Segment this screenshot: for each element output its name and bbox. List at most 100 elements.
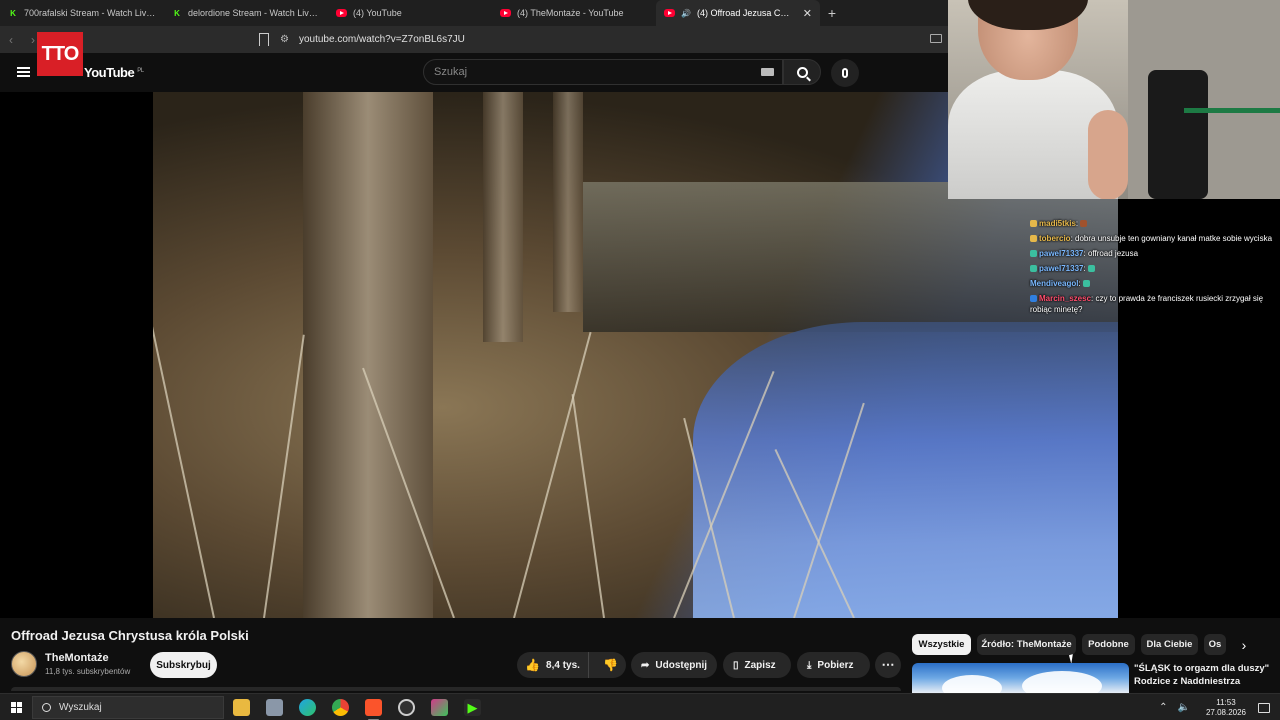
chat-badge-icon	[1030, 250, 1037, 257]
browser-tab-3[interactable]: (4) YouTube	[328, 0, 492, 26]
tab-label: delordione Stream - Watch Live on K	[188, 8, 320, 18]
clock-time: 11:53	[1216, 697, 1236, 707]
chat-message: tobercio: dobra unsubje ten gowniany kan…	[1030, 233, 1278, 244]
youtube-icon	[664, 9, 675, 17]
clock-date: 27.08.2026	[1205, 707, 1246, 717]
clock[interactable]: 11:53 27.08.2026	[1206, 698, 1246, 718]
like-button[interactable]: 👍 8,4 tys.	[517, 652, 589, 678]
chip-all[interactable]: Wszystkie	[912, 634, 971, 655]
url-field[interactable]: ⚙ youtube.com/watch?v=Z7onBL6s7JU	[280, 29, 920, 50]
browser-tab-1[interactable]: K 700rafalski Stream - Watch Live on K	[0, 0, 164, 26]
grass-blade	[153, 298, 215, 618]
emote-icon	[1087, 265, 1095, 272]
search-input[interactable]	[424, 60, 782, 84]
chat-text: offroad jezusa	[1087, 249, 1139, 258]
search-icon	[42, 703, 51, 712]
browser-tab-2[interactable]: K delordione Stream - Watch Live on K	[164, 0, 328, 26]
address-bar: ‹ › ⚙ youtube.com/watch?v=Z7onBL6s7JU	[0, 26, 948, 53]
thumbs-down-icon: 👎	[603, 658, 618, 672]
new-tab-button[interactable]: +	[820, 0, 844, 26]
region-code: PL	[137, 67, 144, 74]
share-button[interactable]: ➦ Udostępnij	[631, 652, 717, 678]
channel-name[interactable]: TheMontaże	[45, 652, 109, 664]
subscriber-count: 11,8 tys. subskrybentów	[45, 667, 131, 676]
site-settings-icon[interactable]: ⚙	[280, 34, 289, 45]
search-button[interactable]	[783, 59, 821, 85]
channel-avatar[interactable]	[11, 651, 37, 677]
app-icon[interactable]	[431, 699, 448, 716]
tree-trunk	[303, 92, 433, 618]
tab-label: (4) YouTube	[353, 8, 402, 18]
kick-icon: K	[10, 8, 16, 18]
chat-overlay: madi5tkis: tobercio: dobra unsubje ten g…	[1030, 218, 1278, 319]
tab-label: 700rafalski Stream - Watch Live on K	[24, 8, 156, 18]
download-icon: ⤓	[807, 659, 812, 671]
search-box	[423, 59, 783, 85]
dislike-button[interactable]: 👎	[595, 652, 626, 678]
recommended-thumbnail[interactable]	[912, 663, 1129, 693]
system-tray: ⌃ 🔈 11:53 27.08.2026	[1159, 694, 1280, 720]
chat-username: pawel71337	[1039, 249, 1084, 258]
volume-icon[interactable]: 🔈	[1178, 702, 1190, 713]
taskbar-search[interactable]: Wyszukaj	[32, 696, 224, 719]
chip-more[interactable]: Os	[1204, 634, 1226, 655]
emote-icon	[1082, 280, 1090, 287]
terminal-icon[interactable]	[266, 699, 283, 716]
brave-browser-icon[interactable]	[365, 699, 382, 720]
bookmark-icon[interactable]	[259, 33, 269, 46]
obs-icon[interactable]	[398, 699, 415, 716]
like-count: 8,4 tys.	[546, 659, 580, 671]
video-title: Offroad Jezusa Chrystusa króla Polski	[11, 628, 249, 643]
youtube-logo-text: YouTube	[84, 65, 135, 80]
webcam-overlay	[948, 0, 1280, 199]
menu-icon[interactable]	[17, 67, 30, 77]
chat-badge-icon	[1030, 235, 1037, 242]
back-arrow-icon[interactable]: ‹	[0, 33, 22, 47]
more-actions-icon[interactable]: ⋯	[875, 652, 901, 678]
youtube-logo[interactable]: YouTube PL	[84, 65, 144, 80]
voice-search-button[interactable]	[831, 59, 859, 87]
save-button[interactable]: ▯ Zapisz	[723, 652, 791, 678]
file-explorer-icon[interactable]	[233, 699, 250, 716]
url-text[interactable]: youtube.com/watch?v=Z7onBL6s7JU	[299, 34, 465, 45]
tab-label: (4) TheMontaże - YouTube	[517, 8, 624, 18]
chrome-browser-icon[interactable]	[332, 699, 349, 716]
save-label: Zapisz	[744, 659, 776, 671]
kick-app-icon[interactable]: ▶	[464, 699, 481, 716]
chat-username: Mendiveagol	[1030, 279, 1079, 288]
youtube-header: YouTube PL	[0, 53, 948, 92]
chat-username: tobercio	[1039, 234, 1071, 243]
chat-message: Marcin_szesc: czy to prawda że francisze…	[1030, 294, 1264, 314]
download-button[interactable]: ⤓ Pobierz	[797, 652, 870, 678]
youtube-icon	[500, 9, 511, 17]
edge-browser-icon[interactable]	[299, 699, 316, 716]
subscribe-button[interactable]: Subskrybuj	[150, 652, 217, 678]
notification-icon[interactable]	[1258, 702, 1270, 713]
description-box[interactable]	[11, 687, 901, 691]
chat-username: Marcin_szesc	[1039, 294, 1092, 303]
water-surface	[693, 322, 1118, 618]
chip-similar[interactable]: Podobne	[1082, 634, 1135, 655]
chevron-right-icon[interactable]: ›	[1234, 635, 1254, 655]
grass-blade	[571, 394, 605, 618]
speaker-icon[interactable]: 🔊	[681, 9, 691, 18]
chip-for-you[interactable]: Dla Ciebie	[1141, 634, 1198, 655]
chip-source[interactable]: Źródło: TheMontaże	[977, 634, 1076, 655]
close-tab-icon[interactable]: ✕	[803, 7, 812, 20]
recommended-title[interactable]: "ŚLĄSK to orgazm dla duszy" Rodzice z Na…	[1134, 662, 1274, 688]
browser-tab-active[interactable]: 🔊 (4) Offroad Jezusa Chrystusa ✕	[656, 0, 820, 26]
chevron-up-icon[interactable]: ⌃	[1159, 702, 1167, 713]
download-label: Pobierz	[817, 659, 854, 671]
cast-icon[interactable]	[930, 34, 942, 43]
keyboard-icon[interactable]	[761, 68, 774, 76]
windows-taskbar: Wyszukaj ▶ ⌃ 🔈 11:53 27.08.2026	[0, 693, 1280, 720]
emote-icon	[1080, 220, 1088, 227]
tab-label: (4) Offroad Jezusa Chrystusa	[696, 8, 793, 18]
chat-badge-icon	[1030, 220, 1037, 227]
grass-blade	[513, 331, 592, 618]
chat-text: dobra unsubje ten gowniany kanał matke s…	[1075, 234, 1273, 243]
windows-start-icon[interactable]	[11, 702, 22, 713]
taskbar-search-label: Wyszukaj	[59, 702, 102, 713]
browser-tab-4[interactable]: (4) TheMontaże - YouTube	[492, 0, 656, 26]
tree-trunk	[553, 92, 583, 312]
